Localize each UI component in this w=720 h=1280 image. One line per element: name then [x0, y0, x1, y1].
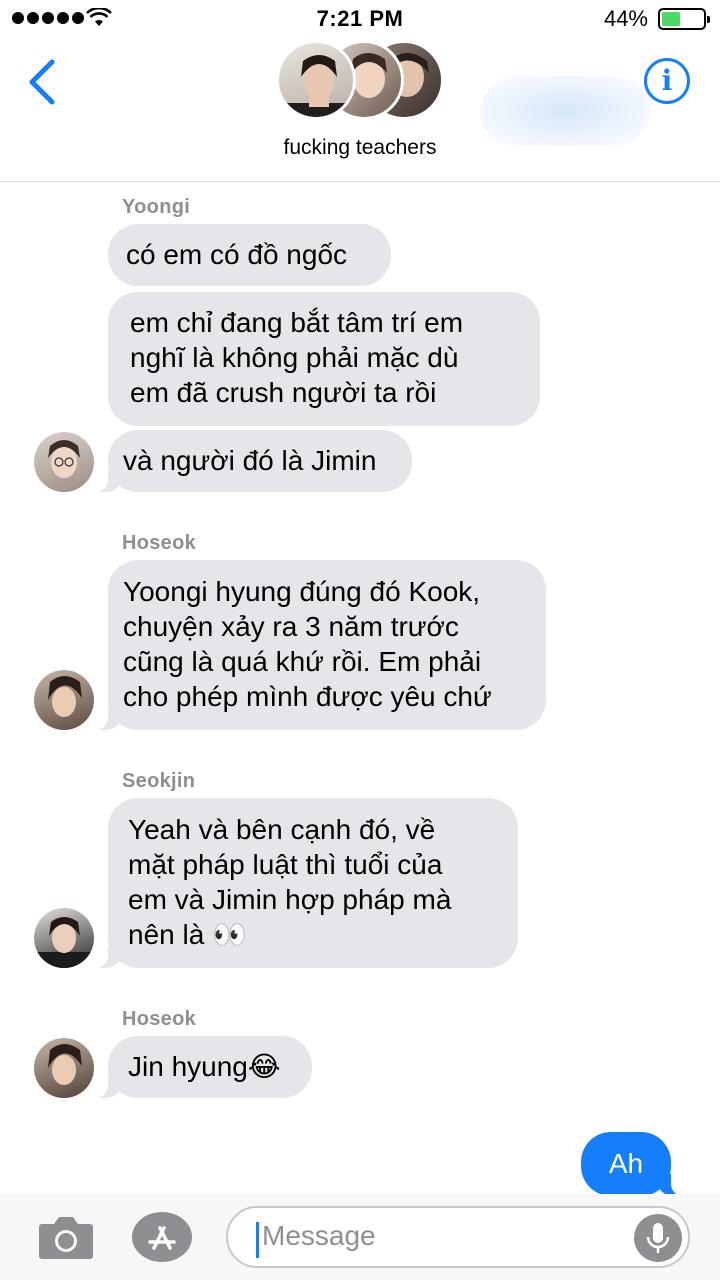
app-store-icon[interactable]: [132, 1212, 192, 1262]
message-text: Jin hyung😂: [128, 1051, 281, 1082]
message-text: có em có đồ ngốc: [126, 239, 348, 270]
sender-name: Seokjin: [122, 770, 196, 792]
message-text: em chỉ đang bắt tâm trí em nghĩ là không…: [130, 307, 464, 408]
info-icon[interactable]: i: [644, 58, 690, 104]
group-avatar-stack[interactable]: [276, 40, 446, 122]
battery-icon: [658, 8, 710, 30]
avatar[interactable]: [34, 670, 94, 730]
message-text: Ah: [608, 1148, 644, 1179]
conversation-header: fucking teachers i: [0, 36, 720, 182]
group-member-avatar: [276, 40, 356, 120]
sender-name: Hoseok: [122, 1008, 197, 1030]
sender-name: Yoongi: [122, 196, 191, 218]
message-bubble[interactable]: có em có đồ ngốc: [108, 224, 391, 286]
message-bubble[interactable]: Yeah và bên cạnh đó, về mặt pháp luật th…: [90, 798, 518, 968]
message-text: Yoongi hyung đúng đó Kook, chuyện xảy ra…: [123, 576, 492, 712]
battery-percent: 44%: [603, 6, 648, 31]
avatar[interactable]: [34, 432, 94, 492]
message-input[interactable]: Message: [226, 1206, 690, 1268]
outgoing-message-bubble[interactable]: Ah: [581, 1132, 689, 1196]
message-text: và người đó là Jimin: [123, 445, 377, 476]
message-placeholder: Message: [262, 1220, 376, 1251]
message-bubble[interactable]: em chỉ đang bắt tâm trí em nghĩ là không…: [108, 292, 540, 426]
message-bubble[interactable]: và người đó là Jimin: [90, 430, 412, 492]
message-bubble[interactable]: Jin hyung😂: [90, 1036, 312, 1098]
status-bar: 7:21 PM 44%: [0, 0, 720, 36]
sender-name: Hoseok: [122, 532, 197, 554]
chevron-left-icon[interactable]: [22, 56, 66, 108]
compose-bar: Message: [0, 1194, 720, 1280]
message-text: Yeah và bên cạnh đó, về mặt pháp luật th…: [128, 814, 452, 950]
group-name[interactable]: fucking teachers: [0, 136, 720, 160]
microphone-icon[interactable]: [634, 1214, 682, 1262]
avatar[interactable]: [34, 1038, 94, 1098]
camera-icon[interactable]: [38, 1214, 94, 1260]
avatar[interactable]: [34, 908, 94, 968]
message-bubble[interactable]: Yoongi hyung đúng đó Kook, chuyện xảy ra…: [90, 560, 546, 730]
text-cursor: [256, 1222, 259, 1258]
